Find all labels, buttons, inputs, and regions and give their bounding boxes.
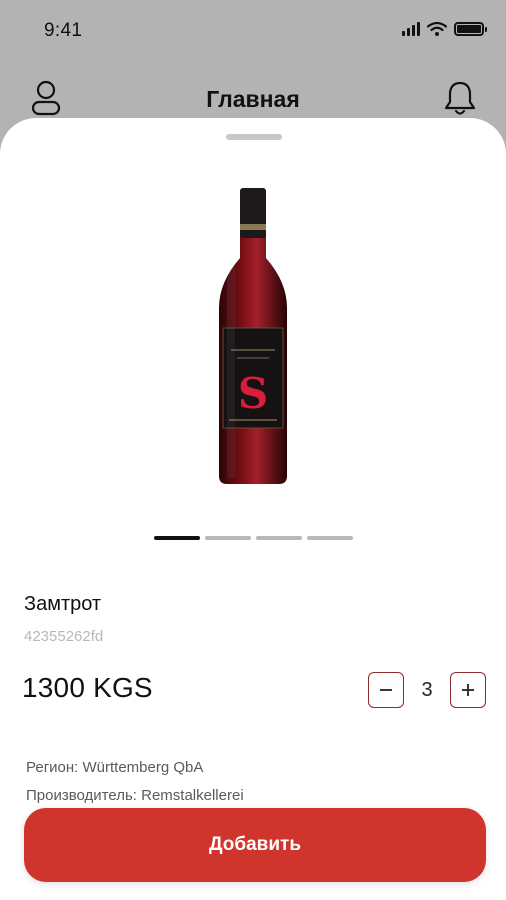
decrease-quantity-button[interactable]: [368, 672, 404, 708]
add-to-cart-button[interactable]: Добавить: [24, 808, 486, 882]
wifi-icon: [427, 22, 447, 36]
carousel-dot[interactable]: [307, 536, 353, 540]
minus-icon: [380, 689, 392, 691]
detail-producer: Производитель: Remstalkellerei: [26, 787, 244, 804]
detail-region: Регион: Württemberg QbA: [26, 759, 204, 776]
svg-text:S: S: [238, 369, 268, 418]
image-carousel-indicator[interactable]: [154, 536, 353, 540]
carousel-dot[interactable]: [256, 536, 302, 540]
product-sku: 42355262fd: [24, 628, 104, 645]
product-details: Регион: Württemberg QbA Производитель: R…: [26, 754, 244, 810]
carousel-dot[interactable]: [205, 536, 251, 540]
battery-icon: [454, 22, 487, 36]
drag-handle[interactable]: [226, 134, 282, 140]
product-price: 1300 KGS: [22, 672, 153, 703]
carousel-dot[interactable]: [154, 536, 200, 540]
status-time: 9:41: [44, 20, 83, 41]
wine-bottle-image[interactable]: S: [193, 178, 313, 488]
page-title: Главная: [206, 86, 300, 112]
increase-quantity-button[interactable]: [450, 672, 486, 708]
product-name: Замтрот: [24, 593, 102, 615]
bell-icon[interactable]: [442, 78, 478, 118]
signal-icon: [402, 22, 420, 36]
status-bar: 9:41: [0, 0, 506, 62]
product-sheet: S Замтрот 42355262fd 1300 KGS 3 Регион: …: [0, 118, 506, 900]
status-icons: [402, 22, 487, 36]
quantity-value: 3: [421, 678, 433, 701]
quantity-stepper: 3: [368, 672, 486, 708]
plus-icon: [462, 684, 474, 696]
